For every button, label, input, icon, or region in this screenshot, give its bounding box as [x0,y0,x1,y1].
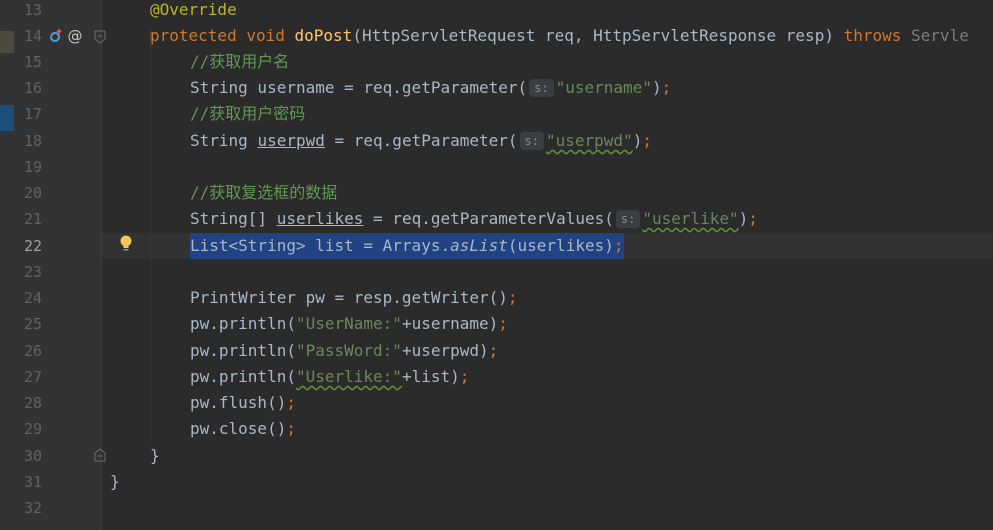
closing-brace: } [110,472,120,491]
semicolon: ; [661,78,672,97]
code-text: = req.getParameterValues( [363,209,614,228]
code-text: (userlikes) [507,236,614,255]
code-text: PrintWriter pw = resp.getWriter() [190,288,508,307]
code-text: ) [632,131,643,150]
string-literal: "userpwd" [545,131,633,150]
code-text: pw.println( [190,367,296,386]
closing-brace: } [150,446,160,465]
string-literal: "Userlike:" [295,367,402,386]
code-line-22-selected[interactable]: List<String> list = Arrays.asList(userli… [190,233,624,259]
string-literal: "PassWord:" [295,341,402,360]
semicolon: ; [459,367,470,386]
code-text: pw.println( [190,314,296,333]
code-line-27[interactable]: pw.println("Userlike:"+list); [190,364,469,390]
code-line-25[interactable]: pw.println("UserName:"+username); [190,311,508,337]
keyword-protected: protected [150,26,237,45]
comment: //获取用户名 [190,52,290,71]
code-text: ) [738,209,749,228]
truncated-exception: Servle [901,26,969,45]
comment: //获取复选框的数据 [190,183,338,202]
semicolon: ; [498,314,508,333]
method-params: (HttpServletRequest req, HttpServletResp… [352,26,844,45]
keyword-void: void [246,26,285,45]
method-aslist: asList [450,236,508,255]
semicolon: ; [748,209,758,228]
string-literal: "UserName:" [295,314,402,333]
code-line-24[interactable]: PrintWriter pw = resp.getWriter(); [190,285,518,311]
semicolon: ; [488,341,499,360]
variable-userpwd: userpwd [257,131,325,150]
code-line-20[interactable]: //获取复选框的数据 [190,180,337,206]
method-name: doPost [294,26,353,45]
code-line-30[interactable]: } [150,443,160,469]
variable-userlikes: userlikes [276,209,364,228]
code-text: ) [651,78,662,97]
keyword-throws: throws [843,26,902,45]
semicolon: ; [286,419,296,438]
param-hint: s: [529,79,554,97]
code-line-13[interactable]: @Override [150,0,237,23]
code-line-16[interactable]: String username = req.getParameter(s: "us… [190,75,671,101]
param-hint: s: [615,210,641,228]
code-line-17[interactable]: //获取用户密码 [190,101,305,127]
code-text: pw.flush() [190,393,287,412]
code-text: String username = req.getParameter( [190,78,528,97]
annotation-override: @Override [150,0,237,19]
code-text: pw.println( [190,341,296,360]
code-line-21[interactable]: String[] userlikes = req.getParameterVal… [190,206,758,232]
string-literal: "userlike" [642,209,739,228]
code-line-26[interactable]: pw.println("PassWord:"+userpwd); [190,338,498,364]
code-text: pw.close() [190,419,287,438]
code-text: String [190,131,258,150]
code-text: List<String> list = Arrays. [190,236,451,255]
code-line-28[interactable]: pw.flush(); [190,390,296,416]
code-text: +username) [401,314,499,333]
line-number: 19 [23,158,42,176]
semicolon: ; [642,131,652,150]
semicolon: ; [286,393,296,412]
code-line-14[interactable]: protected void doPost(HttpServletRequest… [150,23,969,49]
comment: //获取用户密码 [190,104,306,123]
code-line-29[interactable]: pw.close(); [190,416,296,442]
code-text: +userpwd) [401,341,489,360]
code-line-18[interactable]: String userpwd = req.getParameter(s: "use… [190,128,652,154]
code-text: +list) [401,367,460,386]
line-number: 32 [23,499,42,517]
param-hint: s: [519,132,544,150]
code-text: String[] [190,209,277,228]
line-number: 23 [23,263,42,281]
semicolon: ; [613,236,624,255]
code-text: = req.getParameter( [324,131,518,150]
string-literal: "username" [555,78,652,97]
code-line-15[interactable]: //获取用户名 [190,49,289,75]
code-line-31[interactable]: } [110,469,120,495]
semicolon: ; [507,288,518,307]
